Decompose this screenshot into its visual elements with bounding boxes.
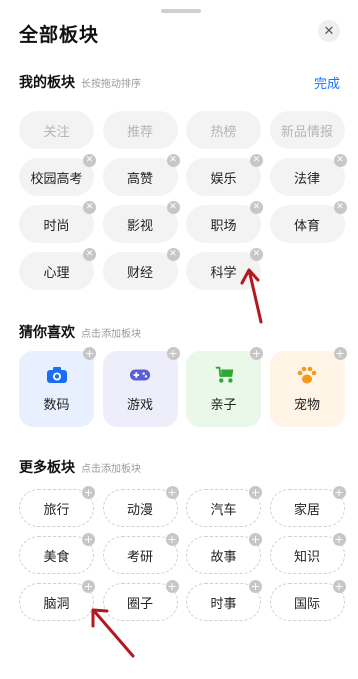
guess-section-header: 猜你喜欢 点击添加板块 [19,322,141,342]
remove-icon[interactable]: ✕ [83,154,96,167]
add-icon[interactable]: + [332,486,346,499]
add-icon[interactable]: + [333,347,347,360]
add-icon[interactable]: + [82,580,95,593]
add-icon[interactable]: + [332,533,346,546]
page-title: 全部板块 [19,24,100,46]
guess-card[interactable]: 宠物 + [269,347,347,427]
more-tag[interactable]: 旅行 + [19,486,95,527]
my-tag[interactable]: 娱乐 ✕ [186,154,263,196]
my-tag[interactable]: 心理 ✕ [19,248,96,290]
gamepad-icon [129,365,151,385]
more-tag[interactable]: 汽车 + [186,486,262,527]
guess-section-title: 猜你喜欢 [19,325,75,341]
add-icon[interactable]: + [249,580,262,593]
my-tag[interactable]: 时尚 ✕ [19,201,96,243]
remove-icon[interactable]: ✕ [83,201,96,214]
my-tag[interactable]: 新品情报 [269,111,345,149]
my-tag[interactable]: 推荐 [102,111,178,149]
remove-icon[interactable]: ✕ [333,154,347,167]
close-button[interactable]: ✕ [318,20,340,42]
more-section-hint: 点击添加板块 [81,464,141,475]
add-icon[interactable]: + [82,486,95,499]
add-icon[interactable]: + [82,533,95,546]
add-icon[interactable]: + [332,580,346,593]
stroller-icon [213,365,235,385]
more-tag[interactable]: 脑洞 + [19,580,95,621]
my-tag[interactable]: 职场 ✕ [186,201,263,243]
more-tag[interactable]: 时事 + [186,580,262,621]
more-tag[interactable]: 动漫 + [102,486,179,527]
my-tag[interactable]: 高赞 ✕ [102,154,180,196]
guess-grid: 数码 + 游戏 + 亲子 + 宠物 + [19,347,347,427]
paw-icon [296,365,318,385]
more-tag[interactable]: 故事 + [186,533,262,574]
done-button[interactable]: 完成 [314,73,340,92]
remove-icon[interactable]: ✕ [250,201,263,214]
my-tag[interactable]: 热榜 [186,111,261,149]
more-section-title: 更多板块 [19,460,75,476]
camera-icon [46,365,68,385]
red-arrow-annotation [91,608,135,658]
add-icon[interactable]: + [166,347,180,360]
my-section-hint: 长按拖动排序 [81,79,141,90]
my-sections-grid: 关注 推荐 热榜 新品情报 校园高考 ✕ 高赞 ✕ 娱乐 ✕ 法律 ✕ 时尚 ✕ 影视 ✕ … [19,111,347,290]
remove-icon[interactable]: ✕ [83,248,96,261]
my-tag[interactable]: 关注 [19,111,94,149]
my-tag[interactable]: 法律 ✕ [269,154,347,196]
guess-card[interactable]: 数码 + [19,347,96,427]
guess-card[interactable]: 游戏 + [102,347,180,427]
close-icon: ✕ [323,23,335,39]
guess-section-hint: 点击添加板块 [81,329,141,340]
add-icon[interactable]: + [249,486,262,499]
guess-card[interactable]: 亲子 + [186,347,263,427]
my-tag[interactable]: 财经 ✕ [102,248,180,290]
more-sections-grid: 旅行 + 动漫 + 汽车 + 家居 + 美食 + 考研 + 故事 + 知识 + 脑洞 + 圈子 + … [19,486,346,621]
more-tag[interactable]: 家居 + [269,486,346,527]
remove-icon[interactable]: ✕ [166,201,180,214]
my-section-title: 我的板块 [19,75,75,91]
more-tag[interactable]: 国际 + [269,580,346,621]
more-tag[interactable]: 知识 + [269,533,346,574]
add-icon[interactable]: + [165,486,179,499]
add-icon[interactable]: + [165,580,179,593]
drag-handle[interactable] [161,9,201,13]
remove-icon[interactable]: ✕ [333,201,347,214]
add-icon[interactable]: + [249,533,262,546]
my-tag[interactable]: 影视 ✕ [102,201,180,243]
red-arrow-annotation [240,268,263,324]
more-tag[interactable]: 美食 + [19,533,95,574]
more-section-header: 更多板块 点击添加板块 [19,457,141,477]
add-icon[interactable]: + [250,347,263,360]
remove-icon[interactable]: ✕ [166,248,180,261]
remove-icon[interactable]: ✕ [250,248,263,261]
remove-icon[interactable]: ✕ [250,154,263,167]
remove-icon[interactable]: ✕ [166,154,180,167]
add-icon[interactable]: + [83,347,96,360]
my-tag[interactable]: 体育 ✕ [269,201,347,243]
more-tag[interactable]: 考研 + [102,533,179,574]
my-tag[interactable]: 校园高考 ✕ [19,154,96,196]
add-icon[interactable]: + [165,533,179,546]
my-section-header: 我的板块 长按拖动排序 [19,72,141,92]
